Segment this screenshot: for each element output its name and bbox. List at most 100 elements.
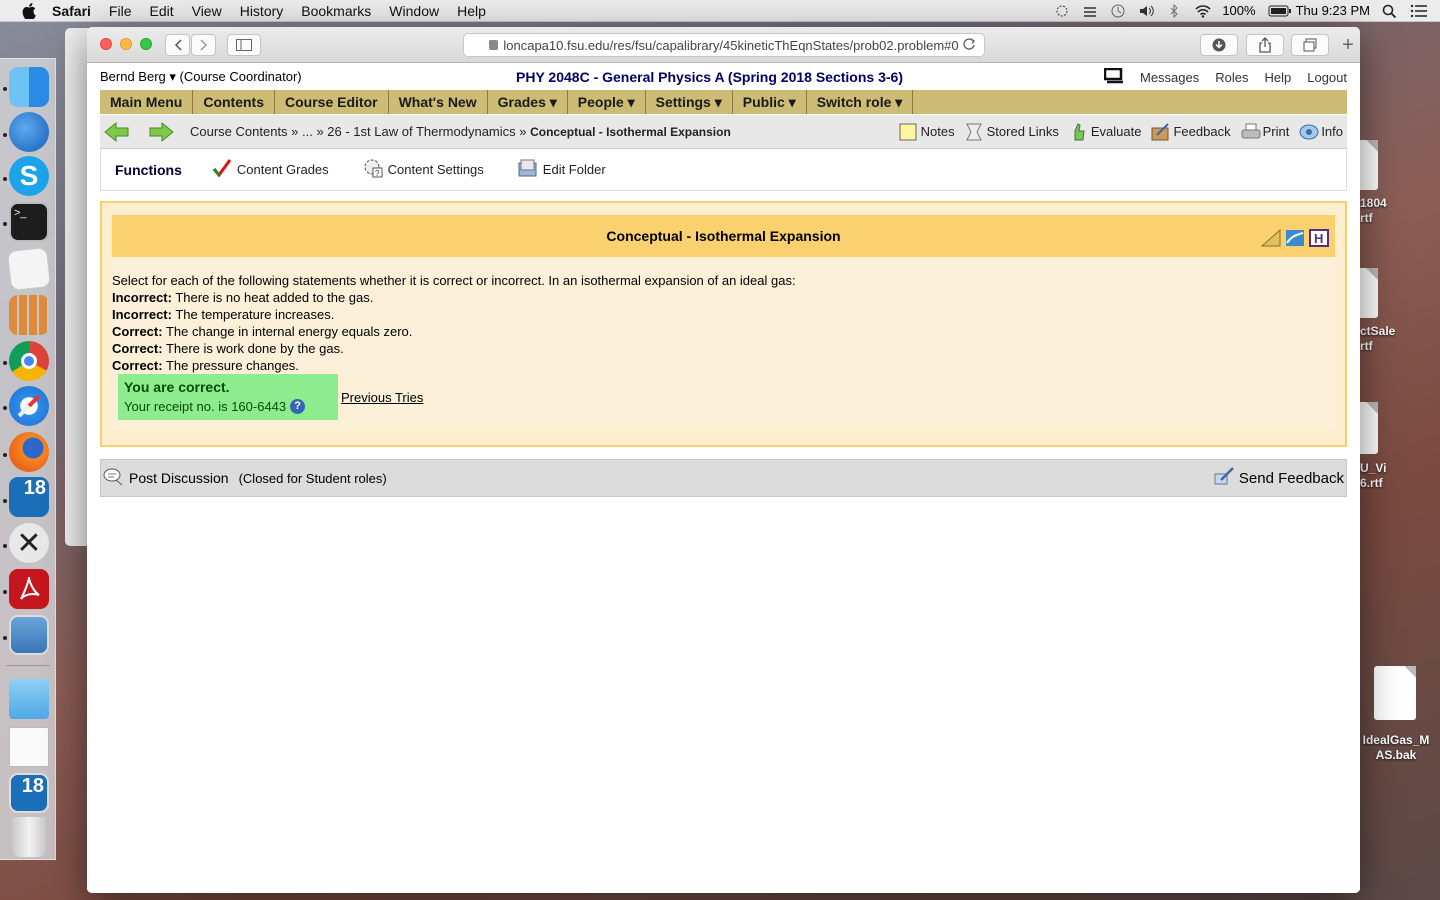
preview-icon[interactable] xyxy=(9,615,49,655)
share-button[interactable] xyxy=(1246,34,1284,56)
stored-links-tool[interactable]: Stored Links xyxy=(965,123,1059,141)
close-window-button[interactable] xyxy=(100,38,112,50)
messages-link[interactable]: Messages xyxy=(1140,70,1199,85)
menu-file[interactable]: File xyxy=(109,3,132,19)
menu-switch-role[interactable]: Switch role ▾ xyxy=(807,90,914,114)
reload-icon[interactable] xyxy=(962,37,976,54)
apple-icon[interactable] xyxy=(20,2,38,20)
trash-icon[interactable] xyxy=(12,817,46,857)
time-machine-icon[interactable] xyxy=(1110,4,1126,18)
new-tab-button[interactable]: + xyxy=(1337,35,1359,57)
web-page: Bernd Berg ▾ (Course Coordinator) PHY 20… xyxy=(87,64,1360,893)
running-indicator xyxy=(3,361,7,365)
logout-link[interactable]: Logout xyxy=(1307,70,1347,85)
minimize-window-button[interactable] xyxy=(120,38,132,50)
notes-tool[interactable]: Notes xyxy=(899,123,955,141)
user-role-menu[interactable]: Bernd Berg ▾ (Course Coordinator) xyxy=(100,69,302,85)
desktop-file-label[interactable]: 1804 rtf xyxy=(1360,196,1387,226)
roles-link[interactable]: Roles xyxy=(1215,70,1248,85)
menu-whats-new[interactable]: What's New xyxy=(389,90,488,114)
edit-problem-icon[interactable] xyxy=(1285,229,1305,247)
print-tool[interactable]: Print xyxy=(1241,123,1289,141)
zoom-window-button[interactable] xyxy=(140,38,152,50)
running-indicator xyxy=(3,87,7,91)
previous-resource-arrow-icon[interactable] xyxy=(104,121,130,143)
finder-icon[interactable] xyxy=(9,67,49,107)
content-settings-label: Content Settings xyxy=(387,162,484,177)
calculator-icon[interactable] xyxy=(9,295,49,335)
edit-folder-link[interactable]: Edit Folder xyxy=(518,159,606,180)
menu-help[interactable]: Help xyxy=(457,3,486,19)
desktop-file-label[interactable]: U_Vi 6.rtf xyxy=(1360,461,1386,491)
volume-icon[interactable] xyxy=(1138,4,1155,18)
content-grades-link[interactable]: Content Grades xyxy=(212,159,329,180)
thunderbird-icon[interactable] xyxy=(9,112,49,152)
forward-button[interactable] xyxy=(191,34,216,56)
content-grades-label: Content Grades xyxy=(236,162,329,177)
menu-public[interactable]: Public ▾ xyxy=(733,90,807,114)
breadcrumb-path[interactable]: Course Contents » ... » 26 - 1st Law of … xyxy=(190,124,530,139)
notes-label: Notes xyxy=(920,124,955,139)
discussion-bubble-icon xyxy=(103,468,125,489)
send-feedback-link[interactable]: Send Feedback xyxy=(1213,466,1344,490)
help-question-icon[interactable]: ? xyxy=(290,399,306,414)
post-discussion-link[interactable]: Post Discussion xyxy=(103,468,229,489)
tabs-overview-button[interactable] xyxy=(1291,34,1329,56)
terminal-icon[interactable]: >_ xyxy=(9,202,49,242)
acrobat-reader-icon[interactable] xyxy=(9,569,49,609)
textedit-icon[interactable] xyxy=(7,247,51,291)
desktop-file-icon[interactable] xyxy=(1374,666,1416,720)
next-resource-arrow-icon[interactable] xyxy=(148,121,174,143)
previous-tries-link[interactable]: Previous Tries xyxy=(341,389,423,406)
downloads-button[interactable] xyxy=(1200,34,1238,56)
menu-edit[interactable]: Edit xyxy=(149,3,173,19)
evaluate-label: Evaluate xyxy=(1090,124,1142,139)
content-settings-link[interactable]: ? Content Settings xyxy=(363,158,484,181)
notification-center-icon[interactable] xyxy=(1410,4,1427,18)
menu-main-menu[interactable]: Main Menu xyxy=(100,90,194,114)
desktop-file-label[interactable]: ctSale rtf xyxy=(1360,324,1395,354)
hints-icon[interactable]: H xyxy=(1309,229,1329,247)
menu-course-editor[interactable]: Course Editor xyxy=(275,90,389,114)
evaluate-tool[interactable]: Evaluate xyxy=(1069,122,1142,141)
maple-18-doc-icon[interactable]: 18 xyxy=(9,773,49,813)
wifi-icon[interactable] xyxy=(1194,4,1211,18)
menu-people[interactable]: People ▾ xyxy=(568,90,646,114)
downloads-folder-icon[interactable] xyxy=(9,679,49,719)
dropbox-icon[interactable] xyxy=(1054,4,1070,18)
problem-question: Select for each of the following stateme… xyxy=(112,273,796,288)
breadcrumb[interactable]: Course Contents » ... » 26 - 1st Law of … xyxy=(190,124,731,139)
url-text: loncapa10.fsu.edu/res/fsu/capalibrary/45… xyxy=(503,37,959,53)
desktop-file-label[interactable]: IdealGas_M AS.bak xyxy=(1360,733,1432,763)
info-tool[interactable]: Info xyxy=(1299,123,1343,141)
menu-history[interactable]: History xyxy=(240,3,284,19)
spotlight-search-icon[interactable] xyxy=(1382,4,1398,18)
chrome-icon[interactable] xyxy=(9,341,49,381)
sidebar-toggle-button[interactable] xyxy=(227,34,261,56)
skype-icon[interactable]: S xyxy=(9,156,49,196)
xquartz-icon[interactable]: ✕ xyxy=(9,523,49,563)
address-bar[interactable]: loncapa10.fsu.edu/res/fsu/capalibrary/45… xyxy=(463,33,985,57)
menu-view[interactable]: View xyxy=(192,3,222,19)
battery-icon[interactable] xyxy=(1268,4,1291,18)
menu-bookmarks[interactable]: Bookmarks xyxy=(301,3,371,19)
safari-icon[interactable] xyxy=(9,386,49,426)
menu-grades[interactable]: Grades ▾ xyxy=(488,90,568,114)
back-button[interactable] xyxy=(165,34,190,56)
monitor-icon[interactable] xyxy=(1103,67,1124,87)
feedback-tool[interactable]: Feedback xyxy=(1151,122,1231,141)
statement-text: The temperature increases. xyxy=(171,307,335,322)
menu-app-safari[interactable]: Safari xyxy=(52,3,91,19)
help-link[interactable]: Help xyxy=(1264,70,1291,85)
menu-window[interactable]: Window xyxy=(389,3,439,19)
grading-ruler-icon[interactable] xyxy=(1260,228,1281,247)
clock[interactable]: Thu 9:23 PM xyxy=(1296,3,1370,18)
menu-contents[interactable]: Contents xyxy=(193,90,276,114)
maple-18-icon[interactable]: 18 xyxy=(9,477,49,517)
airplay-icon[interactable] xyxy=(1082,4,1098,18)
settings-gear-icon: ? xyxy=(363,158,383,181)
menu-settings[interactable]: Settings ▾ xyxy=(646,90,733,114)
documents-stack-icon[interactable] xyxy=(9,727,49,767)
bluetooth-icon[interactable] xyxy=(1166,3,1182,18)
firefox-icon[interactable] xyxy=(9,432,49,472)
